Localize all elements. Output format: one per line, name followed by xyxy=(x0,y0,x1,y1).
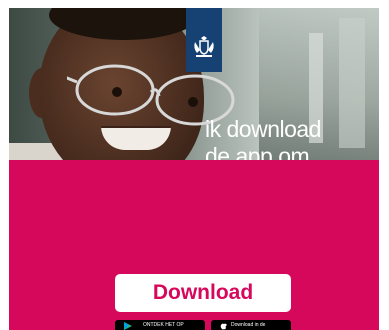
cta-panel: Download ONTDEK HET OP Download in de xyxy=(9,160,379,330)
apple-icon xyxy=(220,323,227,330)
app-store-label: Download in de xyxy=(231,322,266,328)
google-play-label: ONTDEK HET OP xyxy=(143,322,184,328)
background-blur xyxy=(339,18,365,148)
headline-line-1: ik download xyxy=(205,116,321,142)
ad-banner[interactable]: ik download de app om Download ONTDEK HE… xyxy=(9,8,379,330)
download-button[interactable]: Download xyxy=(115,274,291,312)
logo-bar xyxy=(186,8,222,72)
google-play-icon xyxy=(124,322,132,330)
headline-line-2: de app om xyxy=(205,143,310,160)
page: ik download de app om Download ONTDEK HE… xyxy=(0,0,389,330)
google-play-badge[interactable]: ONTDEK HET OP xyxy=(115,320,205,330)
rijksoverheid-coat-of-arms-icon xyxy=(194,36,214,57)
headline: ik download de app om xyxy=(205,116,321,160)
app-store-badge[interactable]: Download in de xyxy=(211,320,291,330)
hero-photo: ik download de app om xyxy=(9,8,379,160)
